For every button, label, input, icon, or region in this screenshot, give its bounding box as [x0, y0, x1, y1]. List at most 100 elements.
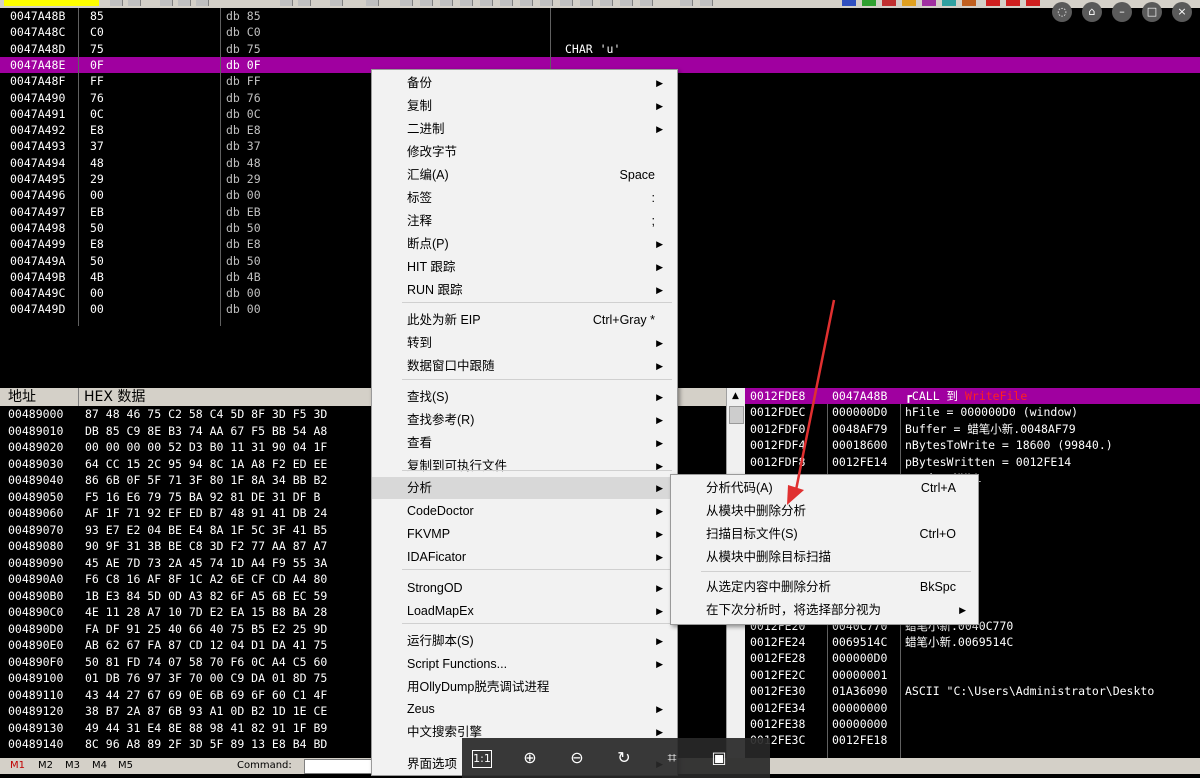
context-menu-item[interactable]: 查找(S) ▶ [372, 386, 675, 408]
context-menu-item[interactable]: 运行脚本(S) ▶ [372, 630, 675, 652]
submenu-item[interactable]: 从选定内容中删除分析 BkSpc [671, 576, 976, 598]
toolbar-button[interactable] [700, 0, 713, 6]
zoom-in-icon[interactable]: ⊕ [520, 748, 540, 768]
disasm-row[interactable]: 0047A48B 85 db 85 [0, 8, 1200, 24]
context-menu-item[interactable]: 二进制 ▶ [372, 118, 675, 140]
scroll-up-icon[interactable]: ▲ [732, 391, 739, 401]
home-icon[interactable]: ⌂ [1082, 2, 1102, 22]
context-menu-item[interactable]: 注释; [372, 210, 675, 232]
toolbar-button[interactable] [882, 0, 896, 6]
dump-header-address[interactable]: 地址 [8, 388, 36, 406]
save-icon[interactable]: ▣ [709, 748, 729, 768]
toolbar-button[interactable] [520, 0, 533, 6]
toolbar-button[interactable] [420, 0, 433, 6]
context-menu-item[interactable]: HIT 跟踪 ▶ [372, 256, 675, 278]
toolbar-button[interactable] [160, 0, 173, 6]
context-menu-item[interactable]: 标签: [372, 187, 675, 209]
context-menu-item[interactable]: 断点(P) ▶ [372, 233, 675, 255]
context-menu-item[interactable]: StrongOD ▶ [372, 577, 675, 599]
context-menu-item[interactable]: IDAFicator ▶ [372, 546, 675, 568]
close-icon[interactable]: × [1172, 2, 1192, 22]
toolbar-button[interactable] [922, 0, 936, 6]
stack-row[interactable]: 0012FDF0 0048AF79 Buffer = 蜡笔小新.0048AF79 [745, 421, 1200, 437]
toolbar-button[interactable] [366, 0, 379, 6]
toolbar-button[interactable] [600, 0, 613, 6]
disasm-row[interactable]: 0047A48D 75 db 75 CHAR 'u' [0, 41, 1200, 57]
disasm-row[interactable]: 0047A48C C0 db C0 [0, 24, 1200, 40]
context-menu-item[interactable]: FKVMP ▶ [372, 523, 675, 545]
toolbar-button[interactable] [330, 0, 343, 6]
toolbar-button[interactable] [942, 0, 956, 6]
toolbar-button[interactable] [460, 0, 473, 6]
crop-icon[interactable]: ⌗ [662, 748, 682, 768]
context-menu-item[interactable]: 汇编(A) Space [372, 164, 675, 186]
toolbar-button[interactable] [178, 0, 191, 6]
stack-row[interactable]: 0012FE2C 00000001 [745, 667, 1200, 683]
toolbar-button[interactable] [540, 0, 553, 6]
toolbar-button[interactable] [962, 0, 976, 6]
dump-header-hex[interactable]: HEX 数据 [84, 388, 145, 406]
toolbar-button[interactable] [280, 0, 293, 6]
memory-tab-m4[interactable]: M4 [92, 758, 107, 774]
context-menu-item[interactable]: 用OllyDump脱壳调试进程 [372, 676, 675, 698]
submenu-item[interactable]: 分析代码(A) Ctrl+A [671, 477, 976, 499]
context-menu-item[interactable]: 查看 ▶ [372, 432, 675, 454]
toolbar-button[interactable] [560, 0, 573, 6]
stack-row[interactable]: 0012FE28 000000D0 [745, 650, 1200, 666]
toolbar-button[interactable] [580, 0, 593, 6]
context-menu-item[interactable]: LoadMapEx ▶ [372, 600, 675, 622]
zoom-out-icon[interactable]: ⊖ [567, 748, 587, 768]
toolbar-button[interactable] [1026, 0, 1040, 6]
submenu-item[interactable]: 从模块中删除分析 [671, 500, 976, 522]
context-menu-item[interactable]: 复制到可执行文件 ▶ [372, 455, 675, 477]
context-menu-item[interactable]: RUN 跟踪 ▶ [372, 279, 675, 301]
context-menu-item[interactable]: CodeDoctor ▶ [372, 500, 675, 522]
scroll-thumb[interactable] [729, 406, 744, 424]
submenu-item[interactable]: 从模块中删除目标扫描 [671, 546, 976, 568]
chat-icon[interactable]: ◌ [1052, 2, 1072, 22]
memory-tab-m2[interactable]: M2 [38, 758, 53, 774]
context-menu-item[interactable]: 备份 ▶ [372, 72, 675, 94]
memory-tab-m3[interactable]: M3 [65, 758, 80, 774]
memory-tab-m5[interactable]: M5 [118, 758, 133, 774]
toolbar-button[interactable] [986, 0, 1000, 6]
context-menu-item[interactable]: Zeus ▶ [372, 698, 675, 720]
toolbar-button[interactable] [640, 0, 653, 6]
stack-row[interactable]: 0012FDE8 0047A48B ┏CALL 到 WriteFile [745, 388, 1200, 405]
toolbar-button[interactable] [500, 0, 513, 6]
stack-row[interactable]: 0012FDF8 0012FE14 pBytesWritten = 0012FE14 [745, 454, 1200, 470]
context-menu-item[interactable]: 分析 ▶ [372, 477, 675, 499]
stack-row[interactable]: 0012FE30 01A36090 ASCII "C:\Users\Administ… [745, 683, 1200, 699]
rotate-icon[interactable]: ↻ [614, 748, 634, 768]
toolbar-button[interactable] [400, 0, 413, 6]
context-menu-item[interactable]: 此处为新 EIP Ctrl+Gray * [372, 309, 675, 331]
context-menu-item[interactable]: 查找参考(R) ▶ [372, 409, 675, 431]
minimize-icon[interactable]: – [1112, 2, 1132, 22]
memory-tab-m1[interactable]: M1 [10, 758, 25, 774]
toolbar-button[interactable] [128, 0, 141, 6]
stack-row[interactable]: 0012FE34 00000000 [745, 700, 1200, 716]
toolbar-button[interactable] [298, 0, 311, 6]
toolbar-button[interactable] [862, 0, 876, 6]
toolbar-button[interactable] [902, 0, 916, 6]
context-menu-item[interactable]: 数据窗口中跟随 ▶ [372, 355, 675, 377]
toolbar-button[interactable] [620, 0, 633, 6]
context-menu-item[interactable]: Script Functions... ▶ [372, 653, 675, 675]
toolbar-button[interactable] [1006, 0, 1020, 6]
toolbar-button[interactable] [110, 0, 123, 6]
stack-row[interactable]: 0012FE3C 0012FE18 [745, 732, 1200, 748]
toolbar-button[interactable] [680, 0, 693, 6]
context-menu-item[interactable]: 修改字节 [372, 141, 675, 163]
maximize-icon[interactable]: □ [1142, 2, 1162, 22]
toolbar-button[interactable] [480, 0, 493, 6]
stack-row[interactable]: 0012FDF4 00018600 nBytesToWrite = 18600 (9… [745, 437, 1200, 453]
actual-size-button[interactable]: 1:1 [472, 750, 492, 768]
submenu-item[interactable]: 在下次分析时，将选择部分视为 ▶ [671, 599, 976, 621]
stack-row[interactable]: 0012FE38 00000000 [745, 716, 1200, 732]
submenu-item[interactable]: 扫描目标文件(S) Ctrl+O [671, 523, 976, 545]
toolbar-button[interactable] [440, 0, 453, 6]
toolbar-button[interactable] [842, 0, 856, 6]
context-menu-item[interactable]: 复制 ▶ [372, 95, 675, 117]
stack-row[interactable]: 0012FDEC 000000D0 hFile = 000000D0 (window… [745, 404, 1200, 420]
context-menu-item[interactable]: 转到 ▶ [372, 332, 675, 354]
